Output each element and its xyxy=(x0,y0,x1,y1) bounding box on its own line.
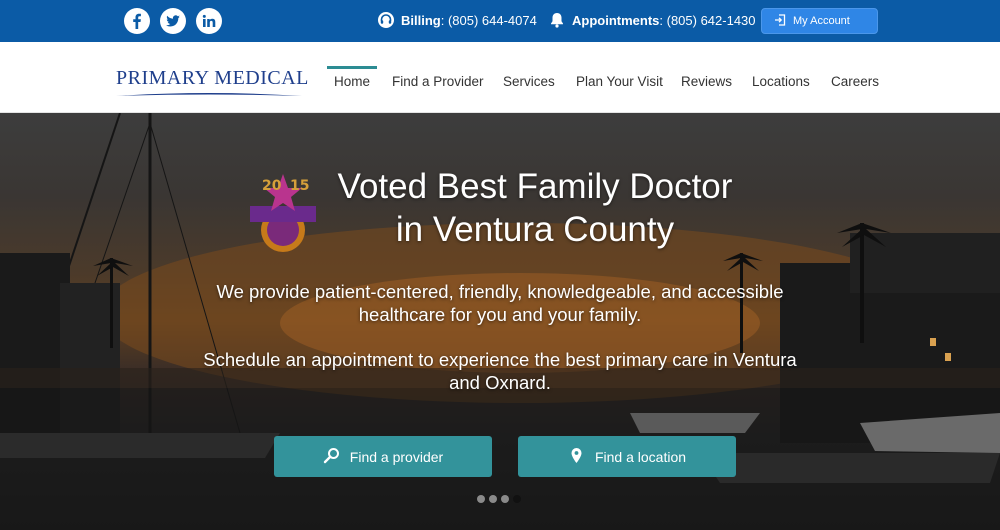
sign-in-icon xyxy=(774,13,786,29)
slide-dot-3[interactable] xyxy=(501,495,509,503)
find-provider-button[interactable]: Find a provider xyxy=(274,436,492,477)
hero-paragraph-1: We provide patient-centered, friendly, k… xyxy=(216,281,784,325)
appointments-phone: : (805) 642-1430 xyxy=(659,12,756,28)
linkedin-icon[interactable] xyxy=(196,8,222,34)
headline-line-1: Voted Best Family Doctor xyxy=(337,167,733,206)
facebook-icon[interactable] xyxy=(124,8,150,34)
bell-icon xyxy=(548,11,566,29)
slide-indicators xyxy=(477,495,521,503)
nav-find-a-provider[interactable]: Find a Provider xyxy=(392,74,484,89)
slide-dot-1[interactable] xyxy=(477,495,485,503)
hero-banner: 20 15 Voted Best Family Doctor in Ventur… xyxy=(0,113,1000,530)
appointments-label: Appointments xyxy=(572,12,660,28)
badge-year: 20 xyxy=(262,178,282,194)
nav-services[interactable]: Services xyxy=(503,74,555,89)
headline-line-2: in Ventura County xyxy=(395,210,675,249)
twitter-icon[interactable] xyxy=(160,8,186,34)
active-nav-indicator xyxy=(327,66,377,69)
headset-icon xyxy=(377,11,395,29)
hero-paragraph-2: Schedule an appointment to experience th… xyxy=(203,349,797,393)
billing-label: Billing xyxy=(401,12,441,28)
billing-contact[interactable]: Billing: (805) 644-4074 xyxy=(377,11,537,29)
find-location-button[interactable]: Find a location xyxy=(518,436,736,477)
hero-headline: Voted Best Family Doctor in Ventura Coun… xyxy=(300,165,770,251)
main-navbar: PRIMARY MEDICAL Home Find a Provider Ser… xyxy=(0,42,1000,113)
nav-locations[interactable]: Locations xyxy=(752,74,810,89)
nav-reviews[interactable]: Reviews xyxy=(681,74,732,89)
my-account-button[interactable]: My Account xyxy=(761,8,878,34)
appointments-contact[interactable]: Appointments: (805) 642-1430 xyxy=(548,11,756,29)
nav-home[interactable]: Home xyxy=(334,74,370,89)
top-utility-bar: Billing: (805) 644-4074 Appointments: (8… xyxy=(0,0,1000,42)
nav-plan-your-visit[interactable]: Plan Your Visit xyxy=(576,74,663,89)
search-icon xyxy=(323,447,340,467)
primary-medical-logo[interactable]: PRIMARY MEDICAL xyxy=(116,67,309,97)
nav-careers[interactable]: Careers xyxy=(831,74,879,89)
find-provider-label: Find a provider xyxy=(349,448,444,465)
logo-swoosh xyxy=(116,93,302,96)
map-pin-icon xyxy=(568,447,585,467)
slide-dot-4[interactable] xyxy=(513,495,521,503)
billing-phone: : (805) 644-4074 xyxy=(440,12,537,28)
slide-dot-2[interactable] xyxy=(489,495,497,503)
my-account-label: My Account xyxy=(793,15,850,27)
find-location-label: Find a location xyxy=(594,448,687,465)
logo-text: PRIMARY MEDICAL xyxy=(116,67,309,89)
